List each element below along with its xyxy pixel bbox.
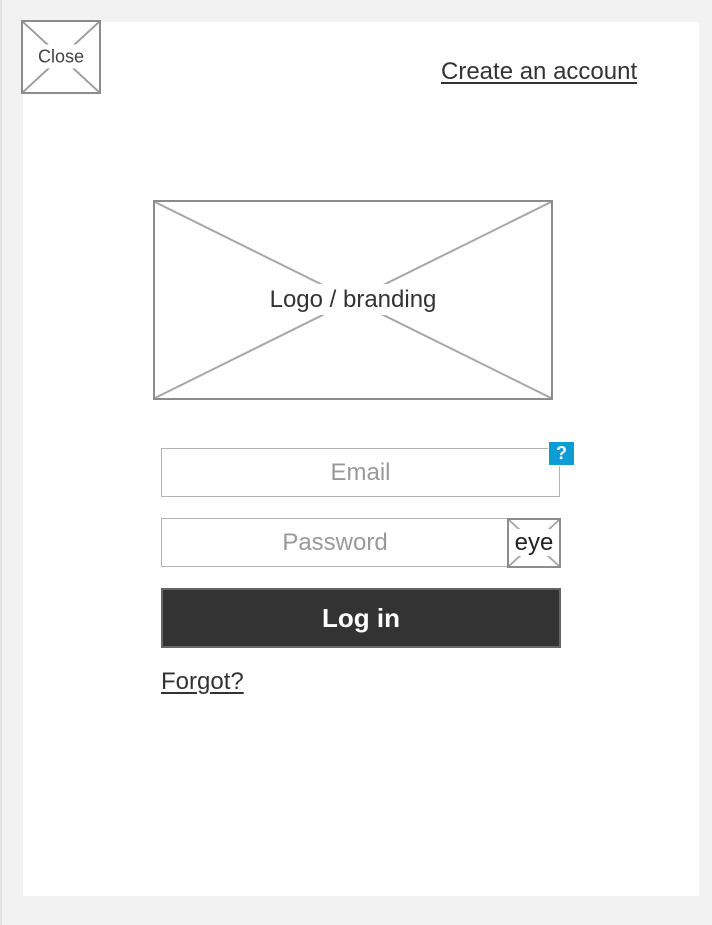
window-edge [0,0,2,925]
email-field[interactable] [161,448,560,497]
create-account-link[interactable]: Create an account [441,58,637,86]
forgot-password-link[interactable]: Forgot? [161,668,244,696]
logo-placeholder: Logo / branding [153,200,553,400]
show-password-toggle[interactable]: eye [507,518,561,568]
close-label: Close [33,44,89,69]
help-button[interactable]: ? [548,441,575,466]
logo-label: Logo / branding [265,284,441,315]
eye-label: eye [513,529,555,556]
login-button[interactable]: Log in [161,588,561,648]
close-button[interactable]: Close [21,20,101,94]
password-field[interactable] [161,518,509,567]
